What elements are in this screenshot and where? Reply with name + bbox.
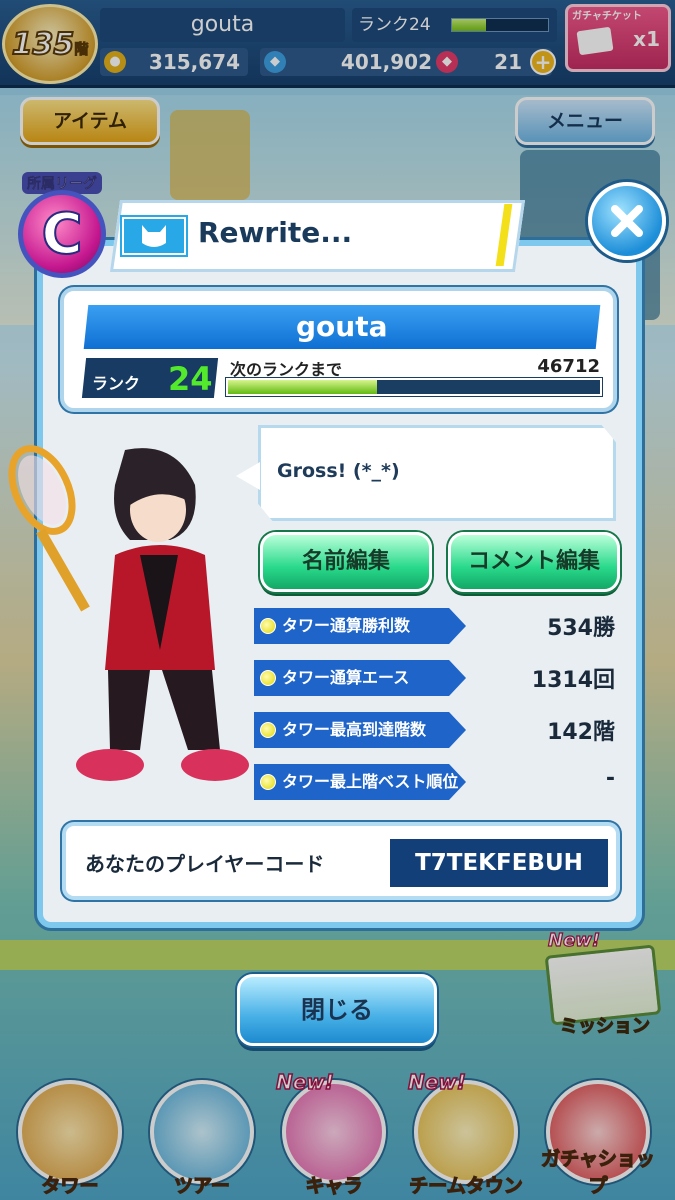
rank-value: 24 <box>168 360 213 398</box>
stat-row-best-rank: タワー最上階ベスト順位 - <box>254 764 619 804</box>
player-code-label: あなたのプレイヤーコード <box>85 852 325 876</box>
tennis-ball-icon <box>260 774 276 790</box>
stat-value: 142階 <box>547 720 615 745</box>
tennis-ball-icon <box>260 618 276 634</box>
stat-label: タワー最高到達階数 <box>254 712 466 748</box>
player-name-bar: gouta <box>83 305 601 349</box>
stat-value: - <box>605 766 615 791</box>
player-name-label: gouta <box>296 310 388 343</box>
stat-label: タワー通算エース <box>254 660 466 696</box>
rank-label: ランク <box>92 374 141 393</box>
tennis-ball-icon <box>260 670 276 686</box>
player-character <box>8 445 249 781</box>
comment-bubble-tail <box>236 462 260 490</box>
exp-progress-bar <box>226 378 602 396</box>
next-rank-label: 次のランクまで <box>230 360 343 379</box>
close-icon[interactable] <box>588 182 666 260</box>
team-name: Rewrite... <box>198 216 353 249</box>
stat-label: タワー最上階ベスト順位 <box>254 764 466 800</box>
cat-icon <box>142 225 166 247</box>
stat-value: 534勝 <box>547 616 615 641</box>
stat-row-wins: タワー通算勝利数 534勝 <box>254 608 619 648</box>
stat-value: 1314回 <box>531 668 615 693</box>
stat-label: タワー通算勝利数 <box>254 608 466 644</box>
exp-progress-fill <box>228 380 377 394</box>
edit-comment-button[interactable]: コメント編集 <box>448 532 620 592</box>
team-icon <box>120 215 188 257</box>
character-body <box>76 448 249 781</box>
stat-row-highest-floor: タワー最高到達階数 142階 <box>254 712 619 752</box>
tennis-ball-icon <box>260 722 276 738</box>
racket-icon <box>8 445 90 612</box>
edit-name-button[interactable]: 名前編集 <box>260 532 432 592</box>
league-emblem: C <box>18 190 106 278</box>
comment-text: Gross! (*_*) <box>277 460 400 482</box>
stat-row-aces: タワー通算エース 1314回 <box>254 660 619 700</box>
player-code-value[interactable]: T7TEKFEBUH <box>390 839 608 887</box>
close-button[interactable]: 閉じる <box>237 974 437 1046</box>
x-mark-icon <box>611 205 643 237</box>
next-rank-value: 46712 <box>537 356 600 377</box>
